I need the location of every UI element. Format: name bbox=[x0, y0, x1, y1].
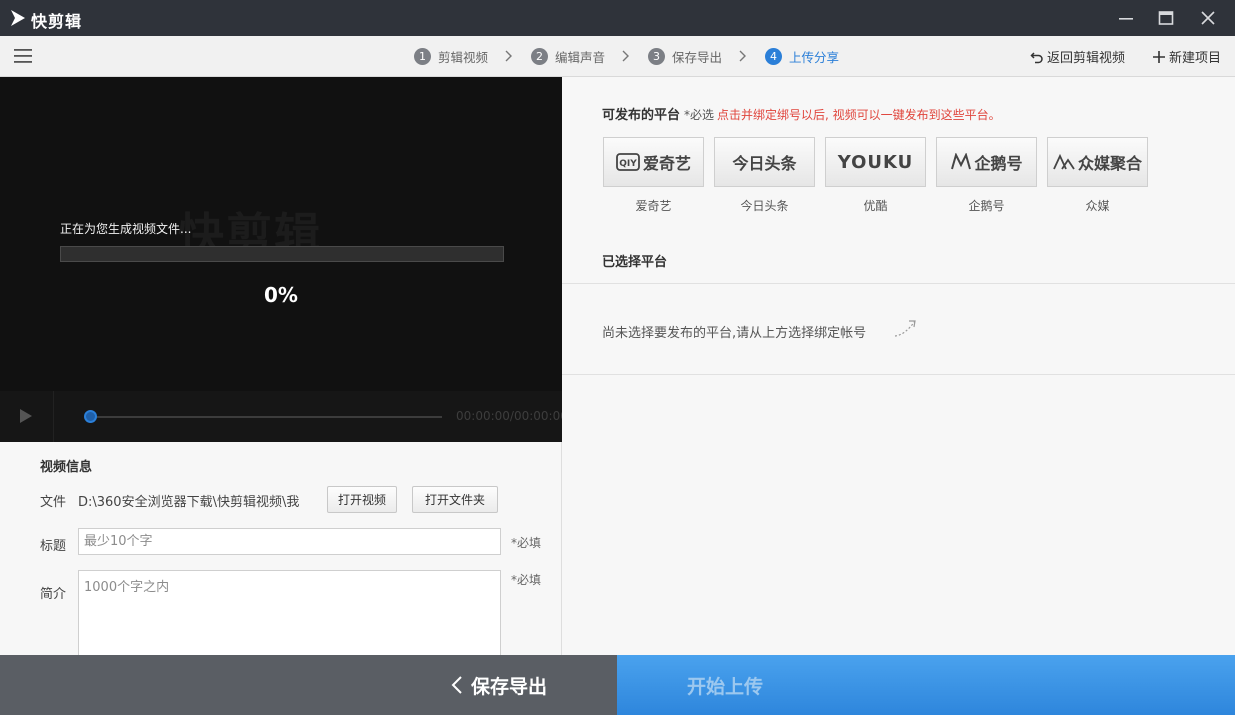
chevron-right-icon bbox=[622, 50, 629, 62]
controls-divider bbox=[53, 391, 54, 442]
step-save-export[interactable]: 3 保存导出 bbox=[648, 47, 722, 66]
selected-empty-text: 尚未选择要发布的平台,请从上方选择绑定帐号 bbox=[602, 326, 867, 341]
undo-icon bbox=[1030, 51, 1043, 63]
platform-logo-text: YOUKU bbox=[837, 151, 914, 173]
minimize-icon bbox=[1119, 18, 1133, 20]
platform-zhongmei[interactable]: 众媒聚合 bbox=[1047, 137, 1148, 187]
close-icon bbox=[1201, 11, 1215, 25]
minimize-button[interactable] bbox=[1106, 0, 1146, 36]
back-to-edit-label: 返回剪辑视频 bbox=[1047, 51, 1126, 66]
chevron-right-icon bbox=[739, 50, 746, 62]
divider bbox=[562, 283, 1235, 284]
chevron-right-icon bbox=[505, 50, 512, 62]
platform-label: 爱奇艺 bbox=[635, 199, 672, 213]
title-label: 标题 bbox=[40, 539, 67, 554]
menu-icon[interactable] bbox=[13, 47, 33, 65]
platform-logo-text: 爱奇艺 bbox=[642, 154, 691, 173]
step-number: 4 bbox=[765, 48, 782, 65]
title-required-mark: *必填 bbox=[511, 536, 542, 550]
play-icon[interactable] bbox=[18, 407, 34, 425]
open-video-button[interactable]: 打开视频 bbox=[327, 486, 397, 513]
description-label: 简介 bbox=[40, 587, 67, 602]
divider bbox=[562, 374, 1235, 375]
platform-qiehao[interactable]: 企鹅号 bbox=[936, 137, 1037, 187]
step-bar: 1 剪辑视频 2 编辑声音 3 保存导出 4 上传分享 返回剪辑视频 新建项目 bbox=[0, 36, 1235, 77]
step-number: 3 bbox=[648, 48, 665, 65]
seek-handle[interactable] bbox=[84, 410, 97, 423]
app-title: 快剪辑 bbox=[31, 12, 83, 31]
new-project-button[interactable]: 新建项目 bbox=[1152, 47, 1221, 66]
file-label: 文件 bbox=[40, 495, 67, 510]
timecode: 00:00:00/00:00:00 bbox=[456, 409, 562, 423]
selected-section-title: 已选择平台 bbox=[602, 255, 668, 270]
step-label: 上传分享 bbox=[789, 50, 840, 65]
step-label: 保存导出 bbox=[672, 50, 723, 65]
start-upload-label: 开始上传 bbox=[687, 675, 764, 698]
progress-percent: 0% bbox=[264, 283, 298, 307]
platform-toutiao[interactable]: 今日头条 bbox=[714, 137, 815, 187]
generate-progress-bar bbox=[60, 246, 504, 262]
video-preview: 快剪辑 正在为您生成视频文件... 0% 00:00:00/00:00:00 bbox=[0, 77, 562, 442]
step-edit-video[interactable]: 1 剪辑视频 bbox=[414, 47, 488, 66]
platform-logo-text: 企鹅号 bbox=[974, 154, 1023, 173]
step-number: 2 bbox=[531, 48, 548, 65]
seek-bar[interactable] bbox=[90, 416, 442, 418]
step-number: 1 bbox=[414, 48, 431, 65]
step-upload-share[interactable]: 4 上传分享 bbox=[765, 47, 839, 66]
platforms-required-mark: *必选 bbox=[684, 108, 715, 122]
save-export-back-button[interactable]: 保存导出 bbox=[0, 655, 617, 715]
step-edit-audio[interactable]: 2 编辑声音 bbox=[531, 47, 605, 66]
platform-label: 众媒 bbox=[1085, 199, 1110, 213]
description-required-mark: *必填 bbox=[511, 573, 542, 587]
maximize-icon bbox=[1158, 11, 1174, 25]
step-label: 编辑声音 bbox=[555, 50, 606, 65]
platform-logo-text: 今日头条 bbox=[732, 154, 797, 173]
qiehao-logo-icon bbox=[951, 153, 972, 170]
platform-youku[interactable]: YOUKU bbox=[825, 137, 926, 187]
player-controls: 00:00:00/00:00:00 bbox=[0, 391, 562, 442]
close-button[interactable] bbox=[1188, 0, 1228, 36]
video-info-title: 视频信息 bbox=[40, 460, 93, 475]
bottom-bar: 保存导出 开始上传 bbox=[0, 655, 1235, 715]
title-bar: 快剪辑 bbox=[0, 0, 1235, 36]
platforms-hint: 点击并绑定绑号以后, 视频可以一键发布到这些平台。 bbox=[717, 108, 1001, 122]
plus-icon bbox=[1153, 50, 1165, 63]
platform-label: 今日头条 bbox=[740, 199, 789, 213]
generating-text: 正在为您生成视频文件... bbox=[60, 222, 192, 236]
file-path: D:\360安全浏览器下载\快剪辑视频\我 bbox=[78, 495, 300, 510]
platform-iqiyi[interactable]: QIY 爱奇艺 bbox=[603, 137, 704, 187]
save-export-back-label: 保存导出 bbox=[470, 675, 547, 698]
platforms-title-text: 可发布的平台 bbox=[602, 108, 681, 123]
start-upload-button[interactable]: 开始上传 bbox=[617, 655, 1235, 715]
platform-logo-text: 众媒聚合 bbox=[1077, 154, 1142, 173]
description-input[interactable] bbox=[78, 570, 501, 660]
platforms-section-title: 可发布的平台 *必选 点击并绑定绑号以后, 视频可以一键发布到这些平台。 bbox=[602, 104, 1001, 123]
back-to-edit-button[interactable]: 返回剪辑视频 bbox=[1030, 47, 1125, 66]
maximize-button[interactable] bbox=[1146, 0, 1186, 36]
arrow-up-right-icon bbox=[894, 320, 916, 337]
new-project-label: 新建项目 bbox=[1169, 51, 1222, 66]
svg-text:QIY: QIY bbox=[619, 159, 637, 169]
video-info-form: 视频信息 文件 D:\360安全浏览器下载\快剪辑视频\我 打开视频 打开文件夹… bbox=[0, 442, 562, 660]
open-folder-button[interactable]: 打开文件夹 bbox=[412, 486, 498, 513]
app-logo-icon bbox=[11, 10, 25, 26]
publish-panel: 可发布的平台 *必选 点击并绑定绑号以后, 视频可以一键发布到这些平台。 QIY 爱… bbox=[562, 77, 1235, 655]
platform-label: 优酷 bbox=[863, 199, 888, 213]
title-input[interactable] bbox=[78, 528, 501, 555]
chevron-left-icon bbox=[451, 676, 462, 694]
zhongmei-logo-icon bbox=[1053, 153, 1075, 170]
platform-label: 企鹅号 bbox=[968, 199, 1005, 213]
step-label: 剪辑视频 bbox=[438, 50, 489, 65]
iqiyi-logo-icon: QIY bbox=[616, 153, 640, 171]
